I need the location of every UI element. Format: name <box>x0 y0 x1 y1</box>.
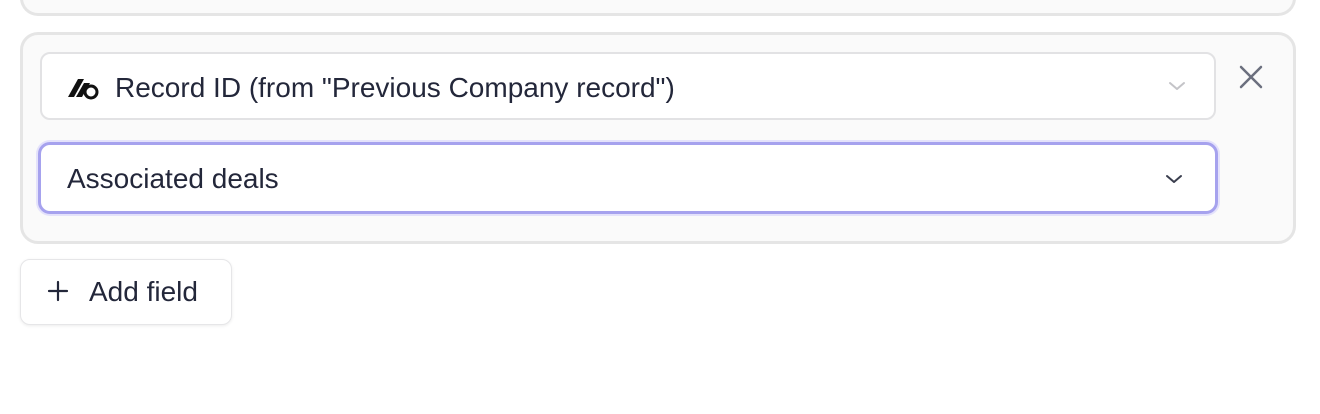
chevron-down-icon <box>1169 82 1185 90</box>
add-field-label: Add field <box>89 276 198 307</box>
plus-icon <box>47 280 69 302</box>
add-field-button[interactable]: Add field <box>20 259 232 325</box>
chevron-down-icon <box>1166 175 1182 183</box>
source-field-select[interactable]: Record ID (from "Previous Company record… <box>40 52 1216 120</box>
source-field-label: Record ID (from "Previous Company record… <box>115 72 675 103</box>
target-field-select[interactable]: Associated deals <box>38 142 1218 214</box>
previous-mapping-card <box>20 0 1296 16</box>
target-field-label: Associated deals <box>67 163 279 194</box>
close-icon[interactable] <box>1236 62 1266 92</box>
app-logo-icon <box>68 79 99 100</box>
